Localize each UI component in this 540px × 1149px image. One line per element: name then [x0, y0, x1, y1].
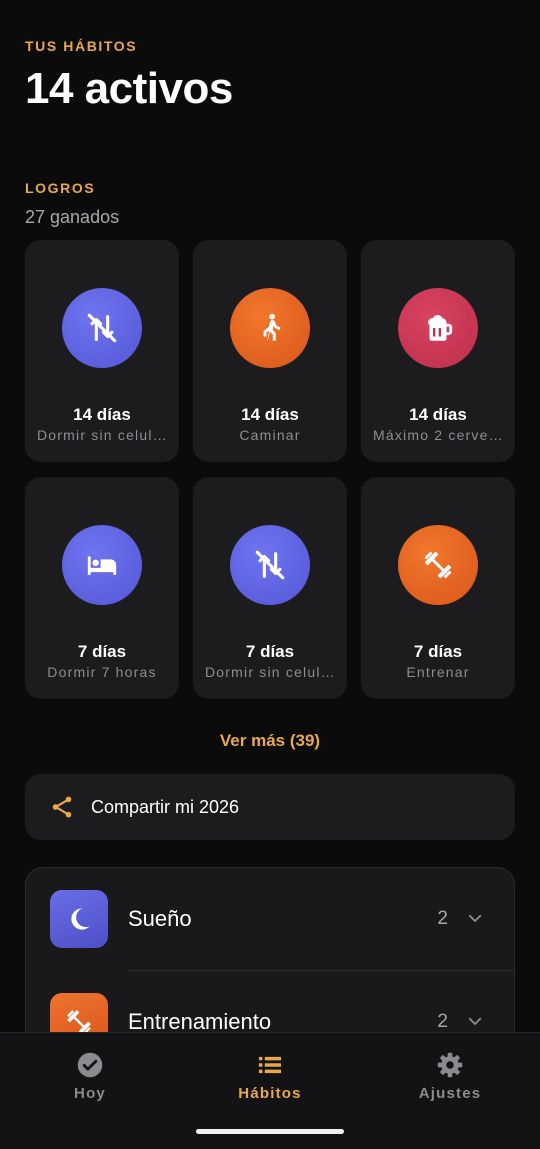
achievement-habit-name: Máximo 2 cervezas [373, 427, 503, 443]
achievement-days: 14 días [241, 405, 299, 424]
nav-label: Ajustes [418, 1085, 482, 1102]
nav-item-ajustes[interactable]: Ajustes [360, 1051, 540, 1102]
see-more-link[interactable]: Ver más (39) [0, 731, 540, 751]
achievement-card[interactable]: 7 días Entrenar [361, 477, 515, 699]
gear-icon [437, 1052, 463, 1078]
achievement-habit-name: Dormir 7 horas [47, 664, 157, 680]
achievement-days: 7 días [413, 642, 463, 661]
share-button[interactable]: Compartir mi 2026 [25, 774, 515, 840]
achievement-card[interactable]: 7 días Dormir 7 horas [25, 477, 179, 699]
nav-label: Hábitos [238, 1085, 302, 1102]
bed-icon [87, 556, 117, 575]
chevron-down-icon[interactable] [466, 909, 484, 927]
phone-off-icon [87, 313, 117, 343]
group-icon-tile [50, 890, 108, 948]
beer-mug-icon [428, 315, 453, 341]
home-indicator[interactable] [196, 1129, 344, 1134]
achievement-card[interactable]: 7 días Dormir sin celular [193, 477, 347, 699]
achievement-badge [398, 288, 478, 368]
achievement-badge [62, 525, 142, 605]
habit-group-row[interactable]: Sueño 2 [26, 868, 514, 971]
achievement-habit-name: Caminar [239, 427, 301, 443]
achievement-days: 14 días [409, 405, 467, 424]
chevron-down-icon[interactable] [466, 1012, 484, 1030]
nav-item-habitos[interactable]: Hábitos [180, 1051, 360, 1102]
achievement-badge [398, 525, 478, 605]
achievement-habit-name: Dormir sin celular [205, 664, 335, 680]
achievement-badge [230, 288, 310, 368]
achievements-eyebrow: LOGROS [25, 180, 96, 196]
achievement-days: 7 días [77, 642, 127, 661]
moon-icon [71, 908, 90, 930]
achievement-card[interactable]: 14 días Caminar [193, 240, 347, 462]
page-title: 14 activos [25, 64, 233, 113]
share-label: Compartir mi 2026 [91, 796, 240, 817]
nav-item-hoy[interactable]: Hoy [0, 1051, 180, 1102]
share-icon [49, 794, 75, 820]
achievement-card[interactable]: 14 días Máximo 2 cervezas [361, 240, 515, 462]
habits-eyebrow: TUS HÁBITOS [25, 38, 138, 54]
group-name: Sueño [128, 906, 192, 931]
achievement-habit-name: Entrenar [406, 664, 470, 680]
achievement-days: 7 días [245, 642, 295, 661]
achievements-grid: 14 días Dormir sin celular 14 días Camin… [25, 240, 515, 699]
group-count: 2 [437, 1011, 448, 1032]
achievement-habit-name: Dormir sin celular [37, 427, 167, 443]
achievement-card[interactable]: 14 días Dormir sin celular [25, 240, 179, 462]
achievement-badge [62, 288, 142, 368]
achievement-days: 14 días [73, 405, 131, 424]
list-icon [258, 1056, 282, 1074]
nav-label: Hoy [74, 1085, 106, 1102]
phone-off-icon [255, 550, 285, 580]
achievements-count: 27 ganados [25, 207, 120, 227]
walking-icon [263, 313, 281, 341]
achievement-badge [230, 525, 310, 605]
dumbbell-icon [424, 551, 452, 579]
group-count: 2 [437, 908, 448, 929]
check-circle-icon [77, 1052, 103, 1078]
